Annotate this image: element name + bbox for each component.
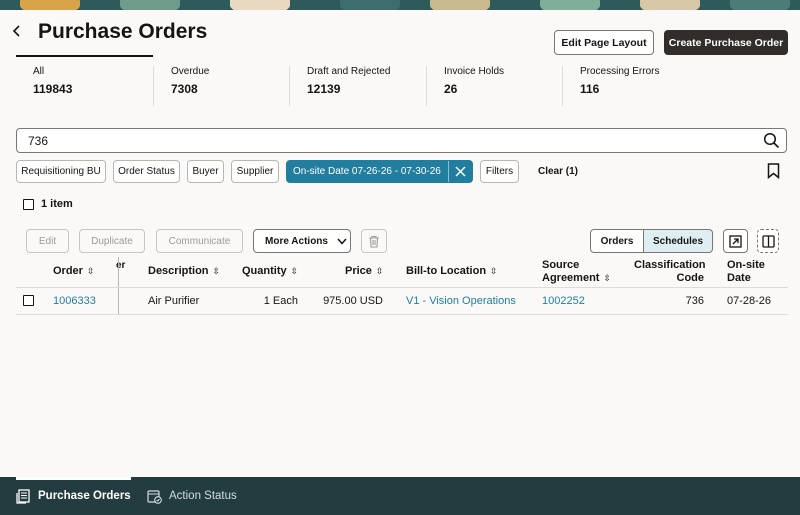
header-label: Bill-to Location [406, 265, 487, 277]
chevron-down-icon [337, 238, 347, 245]
count-value: 26 [444, 82, 458, 96]
remove-filter-button[interactable] [448, 161, 472, 182]
view-orders-toggle[interactable]: Orders [590, 229, 644, 253]
cell-price: 975.00 USD [323, 295, 383, 307]
tab-action-status[interactable]: Action Status [147, 477, 237, 515]
column-header-source-agreement[interactable]: Source Agreement ⇳ [542, 259, 611, 285]
active-filter-label: On-site Date 07-26-26 - 07-30-26 [293, 166, 441, 177]
header-label: Quantity [242, 265, 287, 277]
tab-label: Action Status [169, 490, 237, 502]
header-label: Date [727, 272, 751, 284]
column-header-price[interactable]: Price ⇳ [345, 265, 383, 278]
header-label: Order [53, 265, 83, 277]
header-label: Agreement [542, 272, 600, 284]
cell-description: Air Purifier [148, 295, 200, 307]
chevron-left-icon [12, 25, 20, 37]
search-value: 736 [28, 134, 49, 148]
table-row-divider [16, 314, 788, 315]
filter-requisitioning-bu[interactable]: Requisitioning BU [16, 160, 106, 183]
filter-supplier[interactable]: Supplier [231, 160, 279, 183]
summary-counts: All 119843 Overdue 7308 Draft and Reject… [16, 60, 786, 110]
status-check-icon [147, 489, 162, 504]
bill-to-location-link[interactable]: V1 - Vision Operations [406, 295, 516, 307]
table-header-divider [16, 287, 788, 288]
trash-icon [369, 235, 379, 248]
edit-page-layout-button[interactable]: Edit Page Layout [554, 30, 654, 55]
page-header: Purchase Orders Edit Page Layout Create … [0, 10, 800, 56]
count-all[interactable]: All 119843 [16, 66, 153, 106]
order-number-link[interactable]: 1006333 [53, 295, 96, 307]
header-label: Description [148, 265, 209, 277]
more-actions-button[interactable]: More Actions [253, 229, 351, 253]
header-banner [0, 0, 800, 10]
filter-onsite-date-active[interactable]: On-site Date 07-26-26 - 07-30-26 [286, 160, 473, 183]
tab-label: Purchase Orders [38, 490, 131, 502]
column-header-classification-code[interactable]: Classification Code [634, 259, 706, 285]
page-title: Purchase Orders [38, 20, 208, 43]
bottom-tab-bar: Purchase Orders Action Status [0, 477, 800, 515]
search-icon[interactable] [763, 132, 780, 152]
header-label: Price [345, 265, 372, 277]
column-header-bill-to-location[interactable]: Bill-to Location ⇳ [406, 265, 498, 278]
sort-icon: ⇳ [375, 266, 384, 276]
header-label: Classification [634, 259, 706, 271]
duplicate-button[interactable]: Duplicate [79, 229, 145, 253]
more-actions-label: More Actions [265, 235, 328, 247]
sort-icon: ⇳ [212, 266, 221, 276]
detach-button[interactable] [723, 229, 748, 253]
count-label: All [33, 66, 45, 77]
open-external-icon [729, 234, 742, 248]
column-header-quantity[interactable]: Quantity ⇳ [242, 265, 298, 278]
sort-icon: ⇳ [86, 266, 95, 276]
header-label: Source [542, 259, 580, 271]
count-draft-rejected[interactable]: Draft and Rejected 12139 [289, 66, 426, 106]
count-label: Processing Errors [580, 66, 660, 77]
filter-order-status[interactable]: Order Status [113, 160, 180, 183]
frozen-column-divider[interactable] [118, 257, 119, 314]
search-input[interactable]: 736 [16, 128, 787, 153]
filters-button[interactable]: Filters [480, 160, 519, 183]
back-button[interactable] [12, 24, 22, 40]
cell-quantity: 1 Each [263, 295, 298, 307]
count-label: Draft and Rejected [307, 66, 391, 77]
select-all-checkbox[interactable] [23, 199, 34, 210]
count-label: Overdue [171, 66, 210, 77]
count-value: 7308 [171, 82, 198, 96]
cell-onsite-date: 07-28-26 [727, 295, 772, 307]
edit-button[interactable]: Edit [26, 229, 69, 253]
document-list-icon [16, 488, 31, 504]
sort-icon: ⇳ [603, 273, 612, 283]
column-header-order[interactable]: Order ⇳ [53, 265, 95, 278]
close-icon [455, 166, 466, 177]
communicate-button[interactable]: Communicate [156, 229, 243, 253]
count-overdue[interactable]: Overdue 7308 [153, 66, 290, 106]
filter-buyer[interactable]: Buyer [187, 160, 224, 183]
count-label: Invoice Holds [444, 66, 505, 77]
source-agreement-link[interactable]: 1002252 [542, 295, 585, 307]
view-schedules-toggle[interactable]: Schedules [643, 229, 713, 253]
column-header-description[interactable]: Description ⇳ [148, 265, 220, 278]
bookmark-icon[interactable] [767, 163, 780, 182]
delete-button[interactable] [361, 229, 387, 253]
create-purchase-order-button[interactable]: Create Purchase Order [664, 30, 788, 55]
clear-filters-link[interactable]: Clear (1) [538, 166, 578, 177]
columns-icon [761, 234, 775, 248]
results-count: 1 item [41, 198, 73, 210]
header-label: On-site [727, 259, 765, 271]
sort-icon: ⇳ [490, 266, 498, 276]
count-invoice-holds[interactable]: Invoice Holds 26 [426, 66, 563, 106]
count-value: 116 [580, 82, 600, 96]
sort-icon: ⇳ [290, 266, 299, 276]
column-layout-button[interactable] [757, 229, 779, 253]
row-checkbox[interactable] [23, 295, 34, 306]
title-underline [16, 55, 153, 57]
cell-classification-code: 736 [685, 295, 704, 307]
count-value: 12139 [307, 82, 341, 96]
count-value: 119843 [33, 82, 73, 96]
header-label: Code [676, 272, 705, 284]
column-header-onsite-date[interactable]: On-site Date [727, 259, 765, 285]
tab-purchase-orders[interactable]: Purchase Orders [16, 477, 131, 515]
count-processing-errors[interactable]: Processing Errors 116 [562, 66, 712, 106]
